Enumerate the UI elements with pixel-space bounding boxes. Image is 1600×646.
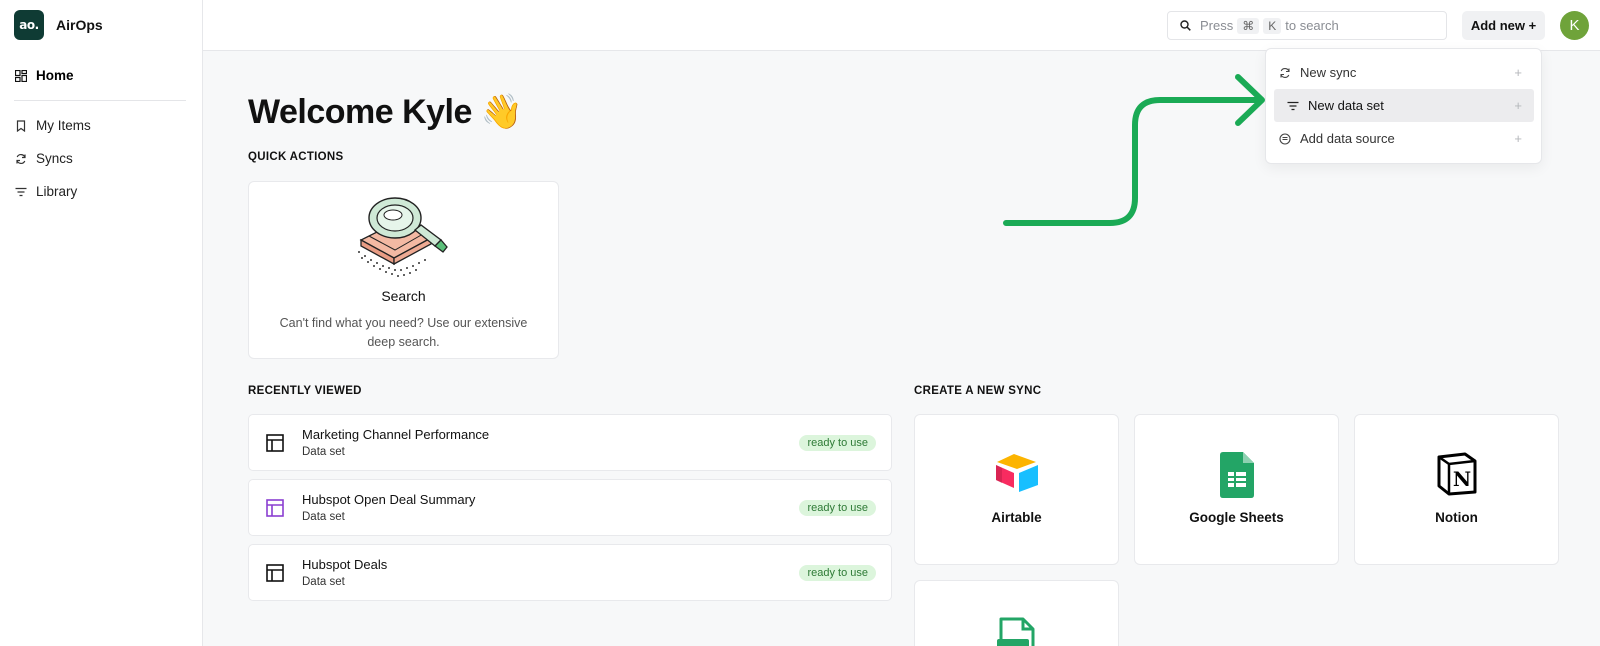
quick-action-description: Can't find what you need? Use our extens…	[279, 316, 528, 349]
sidebar-item-label: My Items	[36, 118, 91, 133]
sync-icon	[15, 153, 27, 165]
recent-item-title: Marketing Channel Performance	[302, 427, 490, 442]
table-icon	[266, 564, 284, 587]
status-badge: ready to use	[799, 565, 876, 581]
magnifier-illustration-icon	[358, 197, 448, 277]
topbar: Press ⌘ K to search Add new + K	[203, 0, 1600, 51]
annotation-arrow-icon	[1003, 74, 1265, 226]
create-sync-heading: CREATE A NEW SYNC	[914, 385, 1042, 397]
brand[interactable]: ao. AirOps	[0, 0, 202, 50]
grid-icon	[15, 69, 27, 82]
recent-item-type: Data set	[302, 446, 345, 458]
table-icon	[266, 499, 284, 522]
avatar[interactable]: K	[1560, 11, 1589, 40]
recent-item-title: Hubspot Open Deal Summary	[302, 492, 476, 507]
menu-item-label: New sync	[1300, 65, 1357, 80]
airops-logo: ao.	[14, 10, 44, 40]
recent-item-title: Hubspot Deals	[302, 557, 388, 572]
recent-item-row[interactable]: Hubspot Deals Data set ready to use	[248, 544, 892, 601]
add-new-button[interactable]: Add new +	[1462, 11, 1545, 40]
search-quick-action-card[interactable]: Search Can't find what you need? Use our…	[248, 181, 559, 359]
svg-text:N: N	[1452, 467, 1470, 491]
sidebar-nav: Home My Items Syncs Library	[0, 59, 202, 208]
recently-viewed-heading: RECENTLY VIEWED	[248, 385, 362, 397]
plus-icon: +	[1514, 65, 1522, 80]
menu-item-add-data-source[interactable]: Add data source +	[1266, 122, 1534, 155]
quick-action-title: Search	[381, 288, 426, 304]
status-badge: ready to use	[799, 435, 876, 451]
filter-lines-icon	[1287, 100, 1299, 112]
database-icon	[1279, 132, 1291, 145]
recent-item-row[interactable]: Marketing Channel Performance Data set r…	[248, 414, 892, 471]
sidebar-item-home[interactable]: Home	[0, 59, 202, 92]
sidebar-item-library[interactable]: Library	[0, 175, 202, 208]
filter-lines-icon	[15, 186, 27, 198]
add-new-dropdown: New sync + New data set + Add data sourc…	[1265, 48, 1542, 164]
source-label: Notion	[1435, 510, 1478, 525]
status-badge: ready to use	[799, 500, 876, 516]
recent-item-type: Data set	[302, 576, 345, 588]
notion-icon: N	[1435, 452, 1479, 501]
sync-icon	[1279, 67, 1291, 79]
search-hint-suffix: to search	[1285, 18, 1339, 33]
source-label: Airtable	[991, 510, 1042, 525]
menu-item-new-data-set[interactable]: New data set +	[1274, 89, 1534, 122]
plus-icon: +	[1514, 131, 1522, 146]
sidebar-item-label: Syncs	[36, 151, 73, 166]
sidebar-item-my-items[interactable]: My Items	[0, 109, 202, 142]
quick-actions-heading: QUICK ACTIONS	[248, 151, 344, 163]
menu-item-new-sync[interactable]: New sync +	[1266, 56, 1534, 89]
menu-item-label: New data set	[1308, 98, 1384, 113]
sidebar-divider	[14, 100, 186, 101]
menu-item-label: Add data source	[1300, 131, 1395, 146]
sidebar-item-syncs[interactable]: Syncs	[0, 142, 202, 175]
airtable-icon	[994, 452, 1040, 497]
google-sheets-icon	[1219, 452, 1254, 503]
search-icon	[1180, 20, 1191, 31]
airtable-source-card[interactable]: Airtable	[914, 414, 1119, 565]
csv-source-card[interactable]	[914, 580, 1119, 646]
welcome-heading: Welcome Kyle 👋	[248, 93, 523, 131]
search-hint-prefix: Press	[1200, 18, 1234, 33]
google-sheets-source-card[interactable]: Google Sheets	[1134, 414, 1339, 565]
brand-name: AirOps	[56, 17, 103, 33]
notion-source-card[interactable]: N Notion	[1354, 414, 1559, 565]
search-input[interactable]: Press ⌘ K to search	[1167, 11, 1447, 40]
command-key: ⌘	[1237, 17, 1260, 34]
sidebar: ao. AirOps Home My Items Syncs Library	[0, 0, 203, 646]
sidebar-item-label: Home	[36, 68, 74, 83]
plus-icon: +	[1514, 98, 1522, 113]
k-key: K	[1263, 17, 1282, 34]
recent-item-type: Data set	[302, 511, 345, 523]
source-label: Google Sheets	[1189, 510, 1284, 525]
csv-icon	[996, 617, 1037, 646]
bookmark-icon	[15, 119, 27, 132]
sidebar-item-label: Library	[36, 184, 78, 199]
recent-item-row[interactable]: Hubspot Open Deal Summary Data set ready…	[248, 479, 892, 536]
table-icon	[266, 434, 284, 457]
